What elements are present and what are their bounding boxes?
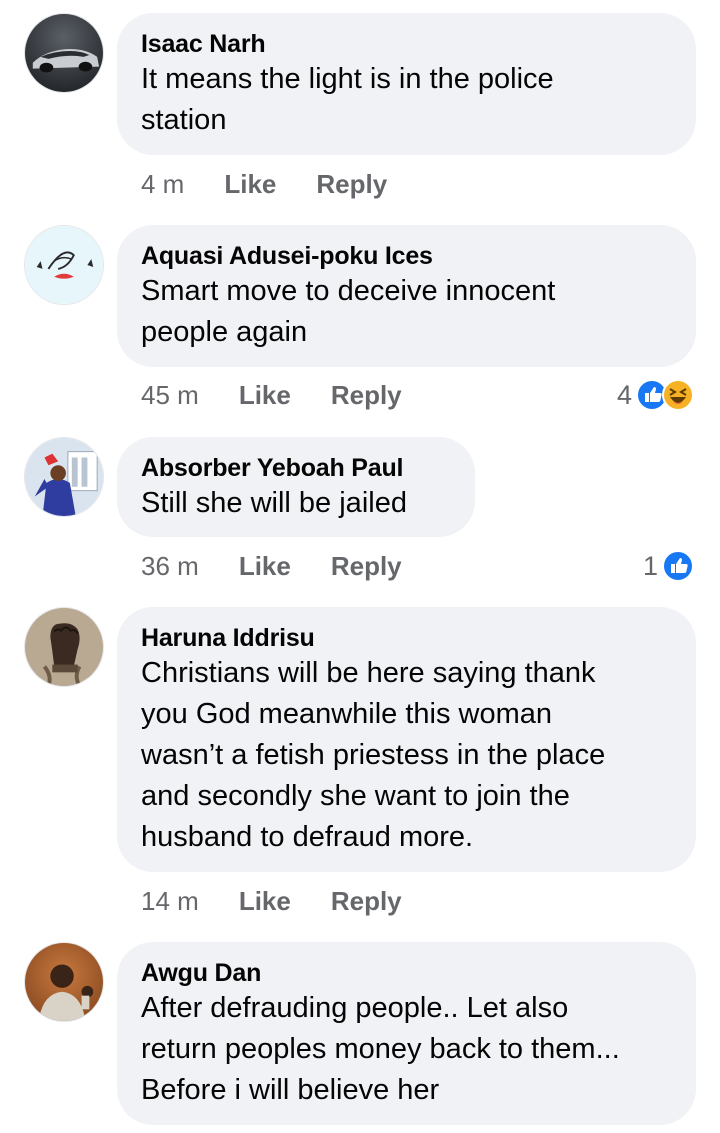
comment-actions: 36 m Like Reply [141,548,402,584]
reply-button[interactable]: Reply [331,886,402,917]
commenter-name[interactable]: Haruna Iddrisu [141,623,672,653]
comment-bubble: Isaac Narh It means the light is in the … [117,13,696,155]
like-button[interactable]: Like [239,886,291,917]
avatar[interactable] [24,942,104,1022]
reaction-summary[interactable]: 4 [617,377,694,413]
comment-text: Smart move to deceive innocent people ag… [141,275,556,348]
comment-text: After defrauding people.. Let also retur… [141,992,620,1106]
reply-button[interactable]: Reply [316,169,387,200]
comment-text: It means the light is in the police stat… [141,63,554,136]
comment-actions: 14 m Like Reply [141,883,402,919]
avatar[interactable] [24,437,104,517]
commenter-name[interactable]: Isaac Narh [141,29,672,59]
comment-timestamp[interactable]: 45 m [141,380,199,411]
reply-button[interactable]: Reply [331,551,402,582]
avatar[interactable] [24,13,104,93]
comment-timestamp[interactable]: 14 m [141,886,199,917]
avatar[interactable] [24,607,104,687]
commenter-name[interactable]: Absorber Yeboah Paul [141,453,451,483]
fist-avatar-icon [25,608,103,686]
reply-button[interactable]: Reply [331,380,402,411]
reaction-count: 1 [642,550,658,581]
comment-timestamp[interactable]: 36 m [141,551,199,582]
like-button[interactable]: Like [224,169,276,200]
like-reaction-icon [662,550,694,582]
comment-actions: 45 m Like Reply [141,377,402,413]
comment-timestamp[interactable]: 4 m [141,169,184,200]
reaction-count: 4 [616,379,632,410]
logo-avatar-icon [25,226,103,304]
like-button[interactable]: Like [239,551,291,582]
graduate-avatar-icon [25,438,103,516]
commenter-name[interactable]: Awgu Dan [141,958,672,988]
haha-reaction-icon [662,379,694,411]
avatar[interactable] [24,225,104,305]
like-button[interactable]: Like [239,380,291,411]
person-avatar-icon [25,943,103,1021]
reaction-summary[interactable]: 1 [643,548,694,584]
comment-bubble: Haruna Iddrisu Christians will be here s… [117,607,696,872]
comment-bubble: Awgu Dan After defrauding people.. Let a… [117,942,696,1125]
comment-actions: 4 m Like Reply [141,166,387,202]
commenter-name[interactable]: Aquasi Adusei-poku Ices [141,241,672,271]
comment-bubble: Aquasi Adusei-poku Ices Smart move to de… [117,225,696,367]
comment-text: Still she will be jailed [141,487,407,519]
comment-text: Christians will be here saying thank you… [141,657,606,853]
car-avatar-icon [25,14,103,92]
comment-bubble: Absorber Yeboah Paul Still she will be j… [117,437,475,537]
